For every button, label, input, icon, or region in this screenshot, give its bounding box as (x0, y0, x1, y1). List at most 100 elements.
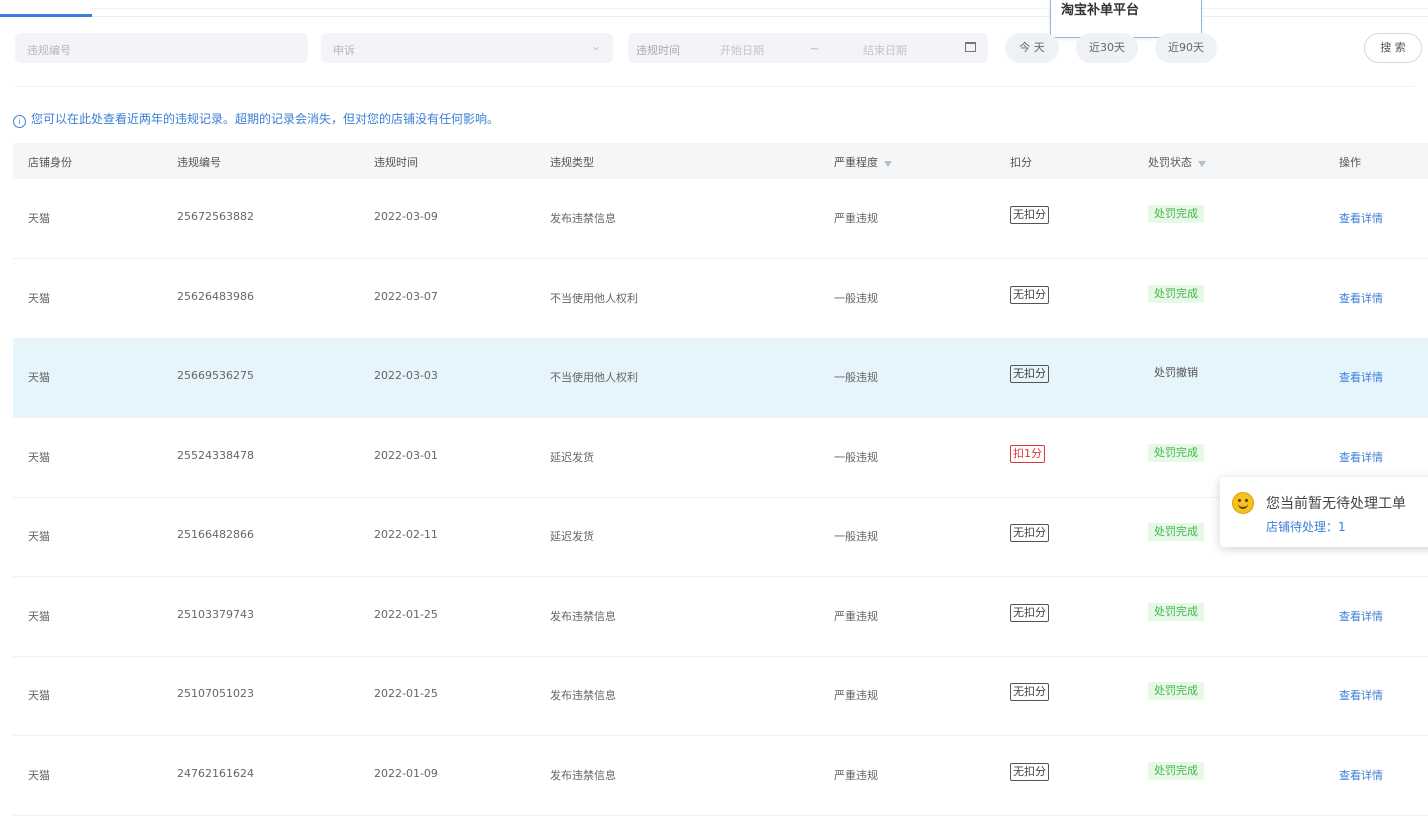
deduction-badge: 无扣分 (1010, 524, 1049, 542)
calendar-icon[interactable] (965, 42, 976, 52)
start-date-input[interactable]: 开始日期 (720, 42, 764, 58)
quick-30-days-button[interactable]: 近30天 (1076, 33, 1138, 63)
smiley-icon (1232, 492, 1254, 514)
tab-underline-track (0, 16, 1428, 17)
appeal-select[interactable]: 申诉 ⌄ (321, 33, 613, 63)
table-row[interactable]: 天猫 25672563882 2022-03-09 发布违禁信息 严重违规 无扣分 处罚完成… (13, 179, 1428, 259)
top-divider (92, 8, 1428, 9)
cell-shop-identity: 天猫 (28, 451, 50, 464)
table-row[interactable]: 天猫 25103379743 2022-01-25 发布违禁信息 严重违规 无扣分 处罚完成… (13, 577, 1428, 657)
cell-violation-type: 发布违禁信息 (550, 212, 616, 225)
filter-divider (15, 86, 1415, 87)
header-shop-identity: 店铺身份 (28, 156, 72, 169)
cell-shop-identity: 天猫 (28, 769, 50, 782)
cell-violation-number: 25107051023 (177, 687, 254, 700)
cell-severity: 一般违规 (834, 292, 878, 305)
header-violation-number: 违规编号 (177, 156, 221, 169)
cell-severity: 一般违规 (834, 451, 878, 464)
cell-shop-identity: 天猫 (28, 530, 50, 543)
date-separator: ~ (810, 42, 820, 55)
view-details-link[interactable]: 查看详情 (1339, 767, 1383, 783)
appeal-select-value: 申诉 (333, 44, 355, 57)
cell-severity: 一般违规 (834, 371, 878, 384)
header-penalty-status-label: 处罚状态 (1148, 156, 1192, 169)
cell-violation-time: 2022-01-25 (374, 608, 438, 621)
date-range-picker[interactable]: 违规时间 开始日期 ~ 结束日期 (628, 33, 988, 63)
status-badge: 处罚完成 (1148, 205, 1204, 223)
cell-shop-identity: 天猫 (28, 212, 50, 225)
view-details-link[interactable]: 查看详情 (1339, 210, 1383, 226)
cell-violation-type: 发布违禁信息 (550, 769, 616, 782)
table-row[interactable]: 天猫251664828662022-02-11延迟发货一般违规无扣分处罚完成查看… (13, 497, 1428, 577)
cell-violation-number: 25524338478 (177, 449, 254, 462)
cell-violation-number: 25672563882 (177, 210, 254, 223)
cell-violation-time: 2022-01-09 (374, 767, 438, 780)
cell-violation-type: 不当使用他人权利 (550, 292, 638, 305)
cell-violation-type: 不当使用他人权利 (550, 371, 638, 384)
cell-violation-time: 2022-03-09 (374, 210, 438, 223)
header-deduction: 扣分 (1010, 156, 1032, 169)
table-row[interactable]: 天猫 25524338478 2022-03-01 延迟发货 一般违规 扣1分 处罚完成 查看… (13, 418, 1428, 498)
cell-violation-number: 25669536275 (177, 369, 254, 382)
workorder-toast[interactable]: 您当前暂无待处理工单 店铺待处理：1 (1220, 477, 1428, 547)
deduction-badge: 无扣分 (1010, 365, 1049, 383)
table-header: 店铺身份 违规编号 违规时间 违规类型 严重程度 扣分 处罚状态 操作 (13, 143, 1428, 179)
status-badge: 处罚完成 (1148, 523, 1204, 541)
header-violation-type: 违规类型 (550, 156, 594, 169)
platform-popup-title: 淘宝补单平台 (1061, 3, 1140, 18)
view-details-link[interactable]: 查看详情 (1339, 608, 1383, 624)
table-row[interactable]: 天猫 25669536275 2022-03-03 不当使用他人权利 一般违规 无扣分 处罚… (13, 338, 1428, 418)
cell-violation-time: 2022-03-03 (374, 369, 438, 382)
violation-number-placeholder: 违规编号 (27, 44, 71, 57)
cell-severity: 严重违规 (834, 610, 878, 623)
info-icon: i (13, 115, 26, 128)
status-badge: 处罚完成 (1148, 444, 1204, 462)
chevron-down-icon: ⌄ (590, 39, 601, 53)
table-row[interactable]: 天猫 25107051023 2022-01-25 发布违禁信息 严重违规 无扣分 处罚完成… (13, 656, 1428, 736)
cell-severity: 严重违规 (834, 689, 878, 702)
cell-violation-number: 25166482866 (177, 528, 254, 541)
info-notice: i 您可以在此处查看近两年的违规记录。超期的记录会消失，但对您的店铺没有任何影响。 (13, 110, 499, 128)
view-details-link[interactable]: 查看详情 (1339, 687, 1383, 703)
cell-violation-time: 2022-03-07 (374, 290, 438, 303)
deduction-badge: 无扣分 (1010, 206, 1049, 224)
cell-severity: 一般违规 (834, 530, 878, 543)
quick-90-days-button[interactable]: 近90天 (1155, 33, 1217, 63)
status-badge: 处罚完成 (1148, 603, 1204, 621)
date-range-label: 违规时间 (636, 44, 680, 57)
header-actions: 操作 (1339, 156, 1361, 169)
table-row[interactable]: 天猫 24762161624 2022-01-09 发布违禁信息 严重违规 无扣分 处罚完成… (13, 736, 1428, 816)
table-row[interactable]: 天猫 25626483986 2022-03-07 不当使用他人权利 一般违规 无扣分 处罚… (13, 259, 1428, 339)
info-notice-text: 您可以在此处查看近两年的违规记录。超期的记录会消失，但对您的店铺没有任何影响。 (31, 112, 500, 126)
cell-violation-number: 25626483986 (177, 290, 254, 303)
header-severity: 严重程度 (834, 154, 892, 170)
view-details-link[interactable]: 查看详情 (1339, 449, 1383, 465)
header-severity-label: 严重程度 (834, 156, 878, 169)
cell-violation-time: 2022-01-25 (374, 687, 438, 700)
status-badge: 处罚完成 (1148, 682, 1204, 700)
header-violation-time: 违规时间 (374, 156, 418, 169)
deduction-badge: 无扣分 (1010, 286, 1049, 304)
violation-number-input[interactable]: 违规编号 (15, 33, 308, 63)
toast-message: 您当前暂无待处理工单 (1266, 496, 1406, 512)
status-badge: 处罚完成 (1148, 762, 1204, 780)
cell-violation-time: 2022-03-01 (374, 449, 438, 462)
view-details-link[interactable]: 查看详情 (1339, 290, 1383, 306)
view-details-link[interactable]: 查看详情 (1339, 369, 1383, 385)
deduction-badge: 无扣分 (1010, 604, 1049, 622)
filter-bar: 违规编号 申诉 ⌄ 违规时间 开始日期 ~ 结束日期 今 天 近30天 近90天… (0, 30, 1428, 64)
active-tab-indicator[interactable] (0, 14, 92, 17)
end-date-input[interactable]: 结束日期 (863, 42, 907, 58)
search-button[interactable]: 搜 索 (1364, 33, 1422, 63)
cell-shop-identity: 天猫 (28, 292, 50, 305)
filter-icon[interactable] (884, 161, 892, 167)
quick-today-button[interactable]: 今 天 (1005, 33, 1059, 63)
filter-icon[interactable] (1198, 161, 1206, 167)
deduction-badge: 扣1分 (1010, 445, 1045, 463)
cell-violation-number: 24762161624 (177, 767, 254, 780)
toast-pending-link[interactable]: 店铺待处理：1 (1266, 518, 1346, 535)
deduction-badge: 无扣分 (1010, 683, 1049, 701)
cell-severity: 严重违规 (834, 769, 878, 782)
cell-shop-identity: 天猫 (28, 371, 50, 384)
cell-violation-type: 延迟发货 (550, 530, 594, 543)
